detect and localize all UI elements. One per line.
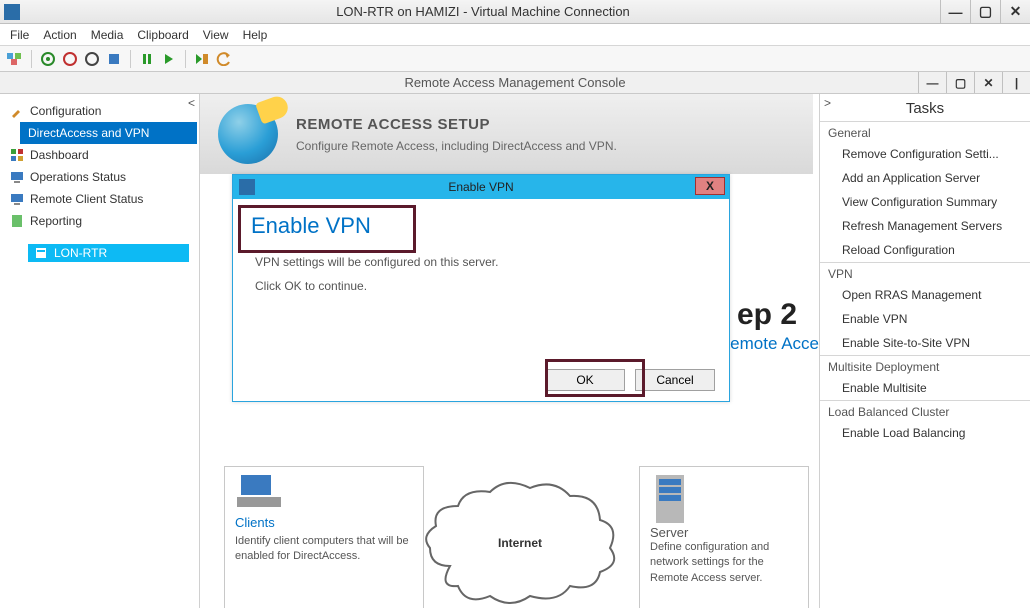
cloud-label: Internet — [410, 536, 630, 550]
ras-title: REMOTE ACCESS SETUP — [296, 116, 617, 133]
dialog-close-button[interactable]: X — [695, 177, 725, 195]
nav-pane: < Configuration DirectAccess and VPN Das… — [0, 94, 200, 608]
step2-box: Server Define configuration and network … — [639, 466, 809, 608]
ctrl-alt-del-icon[interactable] — [6, 50, 24, 68]
enable-vpn-dialog: Enable VPN X Enable VPN VPN settings wil… — [232, 174, 730, 402]
nav-directaccess-vpn[interactable]: DirectAccess and VPN — [20, 122, 197, 144]
nav-label: Reporting — [30, 214, 82, 228]
menu-file[interactable]: File — [10, 28, 29, 42]
section-general: General — [820, 121, 1030, 142]
menu-media[interactable]: Media — [91, 28, 124, 42]
menu-action[interactable]: Action — [43, 28, 76, 42]
task-open-rras[interactable]: Open RRAS Management — [820, 283, 1030, 307]
task-reload-config[interactable]: Reload Configuration — [820, 238, 1030, 262]
app-icon — [4, 4, 20, 20]
console-title: Remote Access Management Console — [404, 75, 625, 90]
section-multisite: Multisite Deployment — [820, 355, 1030, 376]
ok-button[interactable]: OK — [545, 369, 625, 391]
nav-remote-client-status[interactable]: Remote Client Status — [2, 188, 197, 210]
dialog-body: VPN settings will be configured on this … — [233, 253, 729, 295]
vm-titlebar: LON-RTR on HAMIZI - Virtual Machine Conn… — [0, 0, 1030, 24]
report-icon — [10, 214, 24, 228]
expand-icon[interactable]: > — [824, 96, 831, 110]
remote-access-bg-label: emote Acce — [730, 334, 819, 354]
dialog-titlebar: Enable VPN X — [233, 175, 729, 199]
reset-icon[interactable] — [160, 50, 178, 68]
server-rack-icon — [650, 473, 690, 525]
menu-view[interactable]: View — [203, 28, 229, 42]
cancel-button[interactable]: Cancel — [635, 369, 715, 391]
dialog-icon — [239, 179, 255, 195]
step2-body: Define configuration and network setting… — [650, 540, 798, 586]
client-icon — [10, 192, 24, 206]
dialog-line1: VPN settings will be configured on this … — [233, 253, 729, 271]
task-remove-config[interactable]: Remove Configuration Setti... — [820, 142, 1030, 166]
collapse-icon[interactable]: < — [188, 96, 195, 110]
task-enable-multisite[interactable]: Enable Multisite — [820, 376, 1030, 400]
task-enable-s2s-vpn[interactable]: Enable Site-to-Site VPN — [820, 331, 1030, 355]
laptop-icon — [235, 473, 283, 513]
console-close-button[interactable]: ✕ — [974, 72, 1002, 93]
server-node[interactable]: LON-RTR — [28, 244, 189, 262]
console-separator: | — [1002, 72, 1030, 93]
shutdown-icon[interactable] — [83, 50, 101, 68]
nav-reporting[interactable]: Reporting — [2, 210, 197, 232]
task-enable-vpn[interactable]: Enable VPN — [820, 307, 1030, 331]
step1-body: Identify client computers that will be e… — [235, 534, 413, 565]
save-icon[interactable] — [105, 50, 123, 68]
server-label: LON-RTR — [54, 246, 107, 260]
step2-title: Server — [650, 525, 688, 540]
vm-toolbar — [0, 46, 1030, 72]
step2-bg-label: ep 2 — [737, 298, 797, 332]
globe-icon — [218, 104, 278, 164]
menu-clipboard[interactable]: Clipboard — [137, 28, 188, 42]
wrench-icon — [10, 104, 24, 118]
task-enable-lb[interactable]: Enable Load Balancing — [820, 421, 1030, 445]
ras-banner: REMOTE ACCESS SETUP Configure Remote Acc… — [200, 94, 813, 174]
dialog-title: Enable VPN — [448, 180, 513, 194]
minimize-button[interactable]: — — [940, 0, 970, 23]
section-lbc: Load Balanced Cluster — [820, 400, 1030, 421]
tasks-pane: > Tasks General Remove Configuration Set… — [820, 94, 1030, 608]
server-icon — [34, 246, 48, 260]
task-view-config-summary[interactable]: View Configuration Summary — [820, 190, 1030, 214]
close-button[interactable]: ✕ — [1000, 0, 1030, 23]
nav-label: DirectAccess and VPN — [28, 126, 149, 140]
vm-title: LON-RTR on HAMIZI - Virtual Machine Conn… — [26, 4, 940, 19]
start-icon[interactable] — [39, 50, 57, 68]
snapshot-icon[interactable] — [193, 50, 211, 68]
tasks-heading: Tasks — [820, 100, 1030, 117]
nav-label: Dashboard — [30, 148, 89, 162]
step1-box: Clients Identify client computers that w… — [224, 466, 424, 608]
step1-title: Clients — [235, 515, 413, 530]
task-add-app-server[interactable]: Add an Application Server — [820, 166, 1030, 190]
nav-configuration[interactable]: Configuration — [2, 100, 197, 122]
vm-menu: File Action Media Clipboard View Help — [0, 24, 1030, 46]
nav-dashboard[interactable]: Dashboard — [2, 144, 197, 166]
dialog-heading: Enable VPN — [233, 199, 729, 247]
nav-label: Operations Status — [30, 170, 126, 184]
task-refresh-mgmt-servers[interactable]: Refresh Management Servers — [820, 214, 1030, 238]
ras-subtitle: Configure Remote Access, including Direc… — [296, 139, 617, 153]
nav-label: Configuration — [30, 104, 101, 118]
console-titlebar: Remote Access Management Console — ▢ ✕ | — [0, 72, 1030, 94]
maximize-button[interactable]: ▢ — [970, 0, 1000, 23]
turnoff-icon[interactable] — [61, 50, 79, 68]
revert-icon[interactable] — [215, 50, 233, 68]
menu-help[interactable]: Help — [243, 28, 268, 42]
monitor-icon — [10, 170, 24, 184]
console-minimize-button[interactable]: — — [918, 72, 946, 93]
dashboard-icon — [10, 148, 24, 162]
console-maximize-button[interactable]: ▢ — [946, 72, 974, 93]
nav-operations-status[interactable]: Operations Status — [2, 166, 197, 188]
pause-icon[interactable] — [138, 50, 156, 68]
internet-cloud: Internet — [410, 476, 630, 608]
dialog-line2: Click OK to continue. — [233, 277, 729, 295]
nav-label: Remote Client Status — [30, 192, 143, 206]
section-vpn: VPN — [820, 262, 1030, 283]
